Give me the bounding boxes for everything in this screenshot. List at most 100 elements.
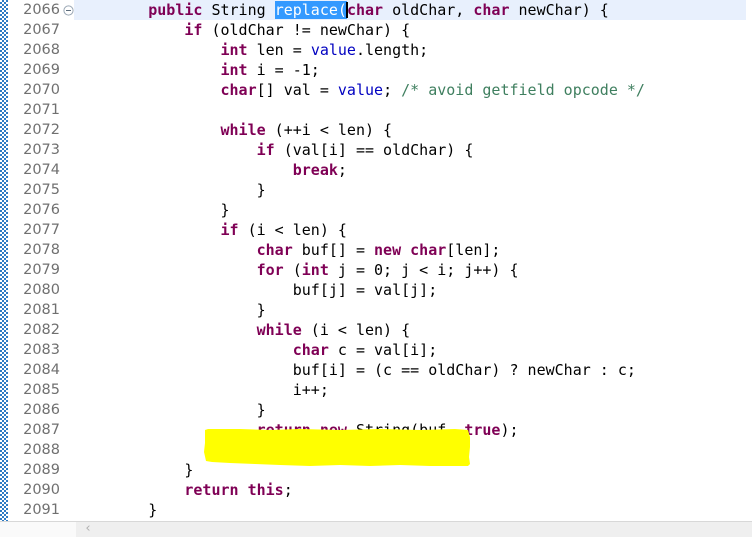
code-text: (oldChar != newChar) { — [202, 21, 411, 39]
code-line[interactable]: return this; — [76, 480, 292, 500]
code-text: buf[] = — [292, 241, 375, 259]
code-line[interactable]: char buf[] = new char[len]; — [76, 240, 501, 260]
code-text: ); — [500, 421, 519, 439]
code-line[interactable]: } — [76, 500, 157, 520]
line-number: 2077 — [23, 222, 60, 238]
selected-text[interactable]: replace( — [274, 1, 347, 19]
code-editor[interactable]: 2066 2067 2068 2069 2070 2071 2072 2073 2074 2075… — [0, 0, 752, 537]
code-line[interactable]: while (i < len) { — [76, 320, 411, 340]
line-number: 2082 — [23, 322, 60, 338]
line-number: 2073 — [23, 142, 60, 158]
collapse-minus-icon[interactable] — [62, 0, 74, 20]
code-line[interactable]: if (val[i] == oldChar) { — [76, 140, 474, 160]
code-line[interactable]: for (int j = 0; j < i; j++) { — [76, 260, 519, 280]
java-keyword: for — [256, 261, 284, 279]
java-keyword: int — [220, 41, 248, 59]
code-line[interactable]: public String replace(char oldChar, char… — [76, 0, 609, 20]
code-text: (i < len) { — [301, 321, 411, 339]
java-keyword: char — [346, 1, 384, 19]
line-number: 2070 — [23, 82, 60, 98]
line-number: 2086 — [23, 402, 60, 418]
line-number: 2087 — [23, 422, 60, 438]
java-keyword: while — [220, 121, 266, 139]
java-keyword: while — [256, 321, 302, 339]
code-text: } — [76, 301, 266, 319]
code-text: .length; — [355, 41, 429, 59]
code-text: } — [76, 501, 158, 519]
code-text: buf[j] = val[j]; — [76, 281, 438, 299]
code-text: oldChar, — [383, 1, 474, 19]
code-line[interactable]: } — [76, 460, 193, 480]
code-text: String — [211, 1, 266, 19]
java-keyword: int — [220, 61, 248, 79]
code-text: ; — [383, 81, 402, 99]
code-text: ; — [337, 161, 347, 179]
code-line[interactable]: return new String(buf, true); — [76, 420, 519, 440]
code-text: c = val[i]; — [328, 341, 438, 359]
code-text: (++i < len) { — [265, 121, 393, 139]
line-number: 2076 — [23, 202, 60, 218]
code-text-area[interactable]: public String replace(char oldChar, char… — [76, 0, 752, 522]
code-line[interactable]: } — [76, 180, 266, 200]
java-keyword: new — [319, 421, 347, 439]
code-line[interactable]: while (++i < len) { — [76, 120, 393, 140]
java-keyword: char — [292, 341, 329, 359]
java-keyword: return — [256, 421, 311, 439]
line-number: 2083 — [23, 342, 60, 358]
java-keyword: return — [184, 481, 239, 499]
java-keyword: if — [184, 21, 203, 39]
java-keyword: true — [464, 421, 501, 439]
code-line[interactable]: char[] val = value; /* avoid getfield op… — [76, 80, 645, 100]
code-text: } — [76, 441, 230, 459]
scrollbar-corner — [0, 522, 76, 537]
line-number: 2081 — [23, 302, 60, 318]
code-line[interactable]: } — [76, 440, 230, 460]
scrollbar-left-arrow-icon[interactable]: ‹ — [80, 522, 96, 537]
code-line[interactable]: buf[j] = val[j]; — [76, 280, 438, 300]
code-line[interactable]: buf[i] = (c == oldChar) ? newChar : c; — [76, 360, 636, 380]
line-number: 2084 — [23, 362, 60, 378]
java-keyword: if — [256, 141, 275, 159]
code-line[interactable]: int i = -1; — [76, 60, 320, 80]
line-number: 2090 — [23, 482, 60, 498]
line-number: 2071 — [23, 102, 60, 118]
code-line[interactable]: break; — [76, 160, 347, 180]
code-line[interactable]: if (oldChar != newChar) { — [76, 20, 410, 40]
java-keyword: break — [292, 161, 338, 179]
code-line[interactable]: } — [76, 200, 229, 220]
code-text: buf[i] = (c == oldChar) ? newChar : c; — [76, 361, 636, 379]
line-number: 2091 — [23, 502, 60, 518]
code-line[interactable]: int len = value.length; — [76, 40, 429, 60]
java-keyword: char — [220, 81, 257, 99]
code-line[interactable]: if (i < len) { — [76, 220, 347, 240]
code-line[interactable]: } — [76, 300, 266, 320]
code-text: ( — [283, 261, 302, 279]
field-reference: value — [337, 81, 384, 99]
annotation-overview-ruler[interactable] — [0, 0, 8, 522]
line-number: 2074 — [23, 162, 60, 178]
field-reference: value — [310, 41, 356, 59]
code-text: [len]; — [446, 241, 501, 259]
line-number: 2072 — [23, 122, 60, 138]
line-number: 2068 — [23, 42, 60, 58]
line-number: 2080 — [23, 282, 60, 298]
code-line[interactable]: } — [76, 400, 266, 420]
horizontal-scrollbar[interactable]: ‹ — [0, 521, 752, 537]
code-line[interactable]: char c = val[i]; — [76, 340, 438, 360]
code-text: String(buf, — [346, 421, 465, 439]
code-line[interactable]: i++; — [76, 380, 329, 400]
code-text: i = -1; — [247, 61, 320, 79]
java-keyword: this — [247, 481, 284, 499]
line-number-gutter[interactable]: 2066 2067 2068 2069 2070 2071 2072 2073 2074 2075… — [8, 0, 84, 522]
